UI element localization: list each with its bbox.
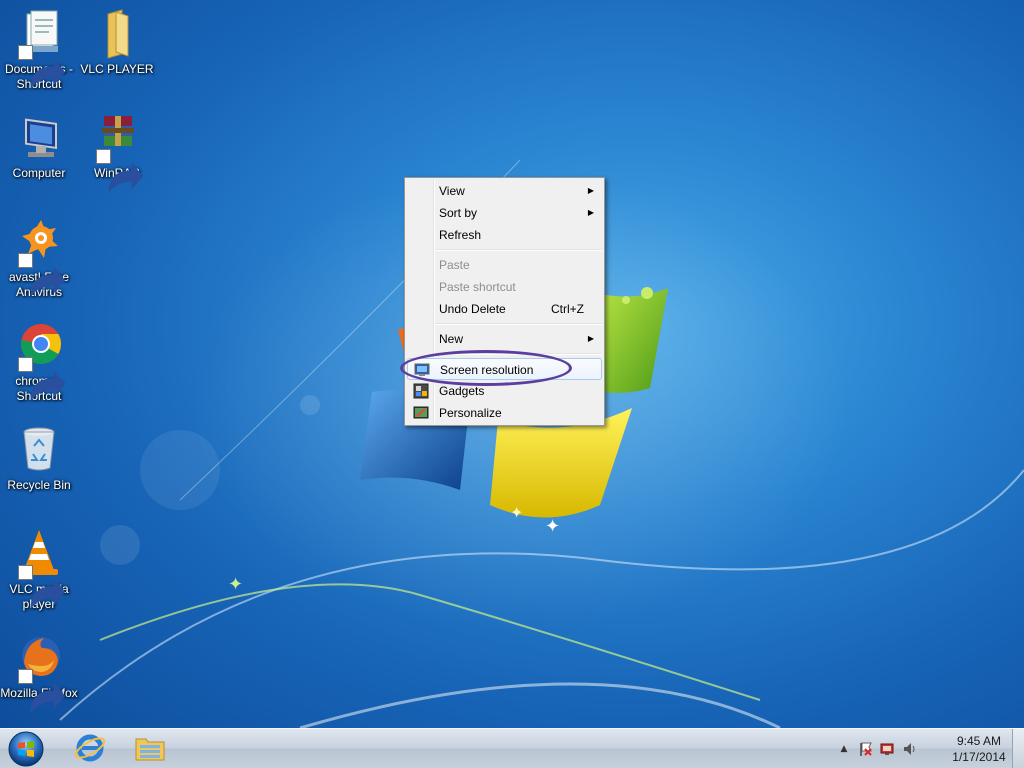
- menu-item-paste-shortcut: Paste shortcut: [407, 276, 602, 298]
- desktop-icon-label: Recycle Bin: [7, 478, 71, 492]
- desktop-icon-computer[interactable]: Computer: [0, 112, 78, 181]
- taskbar-internet-explorer[interactable]: [62, 731, 118, 767]
- menu-item-label: Gadgets: [439, 384, 485, 398]
- menu-item-label: Screen resolution: [440, 363, 534, 377]
- shortcut-arrow-icon: [18, 253, 66, 298]
- submenu-arrow-icon: ▶: [587, 186, 594, 195]
- avast-icon: [14, 216, 66, 298]
- desktop-icon-recycle-bin[interactable]: Recycle Bin: [0, 424, 78, 493]
- menu-item-label: Sort by: [439, 206, 478, 220]
- windows-start-icon: [8, 731, 44, 767]
- notification-area: ▲ 9:45 AM 1/17/2014: [834, 729, 1024, 768]
- desktop-icon-documents[interactable]: Documents - Shortcut: [0, 8, 78, 92]
- menu-separator: [435, 353, 602, 355]
- personalize-icon: [413, 405, 429, 421]
- menu-item-label: Refresh: [439, 228, 482, 242]
- documents-icon: [14, 8, 66, 90]
- start-button[interactable]: [6, 730, 46, 768]
- clock-time: 9:45 AM: [956, 734, 1002, 748]
- system-clock[interactable]: 9:45 AM 1/17/2014: [944, 733, 1014, 765]
- menu-item-sort-by[interactable]: Sort by ▶: [407, 202, 602, 224]
- shortcut-arrow-icon: [18, 565, 66, 610]
- shortcut-arrow-icon: [18, 669, 66, 714]
- menu-item-label: Personalize: [439, 406, 502, 420]
- svg-text:✦: ✦: [545, 516, 560, 537]
- windows-explorer-icon: [135, 738, 165, 761]
- monitor-icon: [414, 362, 430, 378]
- winrar-icon: [92, 112, 144, 194]
- menu-item-personalize[interactable]: Personalize: [407, 402, 602, 424]
- recycle-bin-icon: [14, 424, 64, 476]
- desktop-context-menu: View ▶ Sort by ▶ Refresh Paste Paste sho…: [404, 177, 605, 426]
- menu-item-gadgets[interactable]: Gadgets: [407, 380, 602, 402]
- desktop-icon-winrar[interactable]: WinRAR: [78, 112, 156, 194]
- menu-item-label: New: [439, 332, 464, 346]
- menu-item-label: Paste: [439, 258, 470, 272]
- submenu-arrow-icon: ▶: [587, 208, 594, 217]
- gadgets-icon: [413, 383, 429, 399]
- menu-item-view[interactable]: View ▶: [407, 180, 602, 202]
- menu-item-paste: Paste: [407, 254, 602, 276]
- chrome-icon: [14, 320, 66, 402]
- shortcut-arrow-icon: [18, 357, 66, 402]
- taskbar-windows-explorer[interactable]: [122, 731, 178, 767]
- menu-item-screen-resolution[interactable]: Screen resolution: [407, 358, 602, 380]
- clock-date: 1/17/2014: [952, 750, 1006, 764]
- desktop-icon-label: Computer: [12, 166, 66, 180]
- network-icon[interactable]: [880, 741, 896, 757]
- desktop-icon-chrome[interactable]: chrome - Shortcut: [0, 320, 78, 404]
- menu-item-label: View: [439, 184, 465, 198]
- shortcut-arrow-icon: [18, 45, 66, 90]
- folder-icon: [92, 8, 142, 60]
- shortcut-arrow-icon: [96, 149, 144, 194]
- menu-item-undo-delete[interactable]: Undo Delete Ctrl+Z: [407, 298, 602, 320]
- svg-text:✦: ✦: [228, 574, 243, 595]
- show-desktop-button[interactable]: [1012, 729, 1024, 768]
- vlc-cone-icon: [14, 528, 66, 610]
- menu-separator: [435, 323, 602, 325]
- menu-item-new[interactable]: New ▶: [407, 328, 602, 350]
- computer-icon: [14, 112, 64, 164]
- desktop-icon-label: VLC PLAYER: [80, 62, 154, 76]
- internet-explorer-icon: [74, 734, 106, 762]
- taskbar: ▲ 9:45 AM 1/17/2014: [0, 728, 1024, 768]
- submenu-arrow-icon: ▶: [587, 334, 594, 343]
- desktop-icon-firefox[interactable]: Mozilla Firefox: [0, 632, 78, 714]
- desktop-icon-vlc-player-folder[interactable]: VLC PLAYER: [78, 8, 156, 77]
- show-hidden-icons-arrow[interactable]: ▲: [836, 741, 852, 757]
- desktop-icon-vlc-media-player[interactable]: VLC media player: [0, 528, 78, 612]
- menu-item-label: Paste shortcut: [439, 280, 516, 294]
- menu-separator: [435, 249, 602, 251]
- menu-item-refresh[interactable]: Refresh: [407, 224, 602, 246]
- svg-text:✦: ✦: [510, 503, 523, 522]
- desktop[interactable]: ✦ ✦ ✦ Documents - Shortcut VLC PLAYER Co…: [0, 0, 1024, 728]
- action-center-flag-icon[interactable]: [858, 741, 874, 757]
- firefox-icon: [14, 632, 66, 714]
- desktop-icon-avast[interactable]: avast! Free Antivirus: [0, 216, 78, 300]
- menu-item-label: Undo Delete: [439, 302, 506, 316]
- volume-icon[interactable]: [902, 741, 918, 757]
- keyboard-shortcut: Ctrl+Z: [551, 302, 584, 316]
